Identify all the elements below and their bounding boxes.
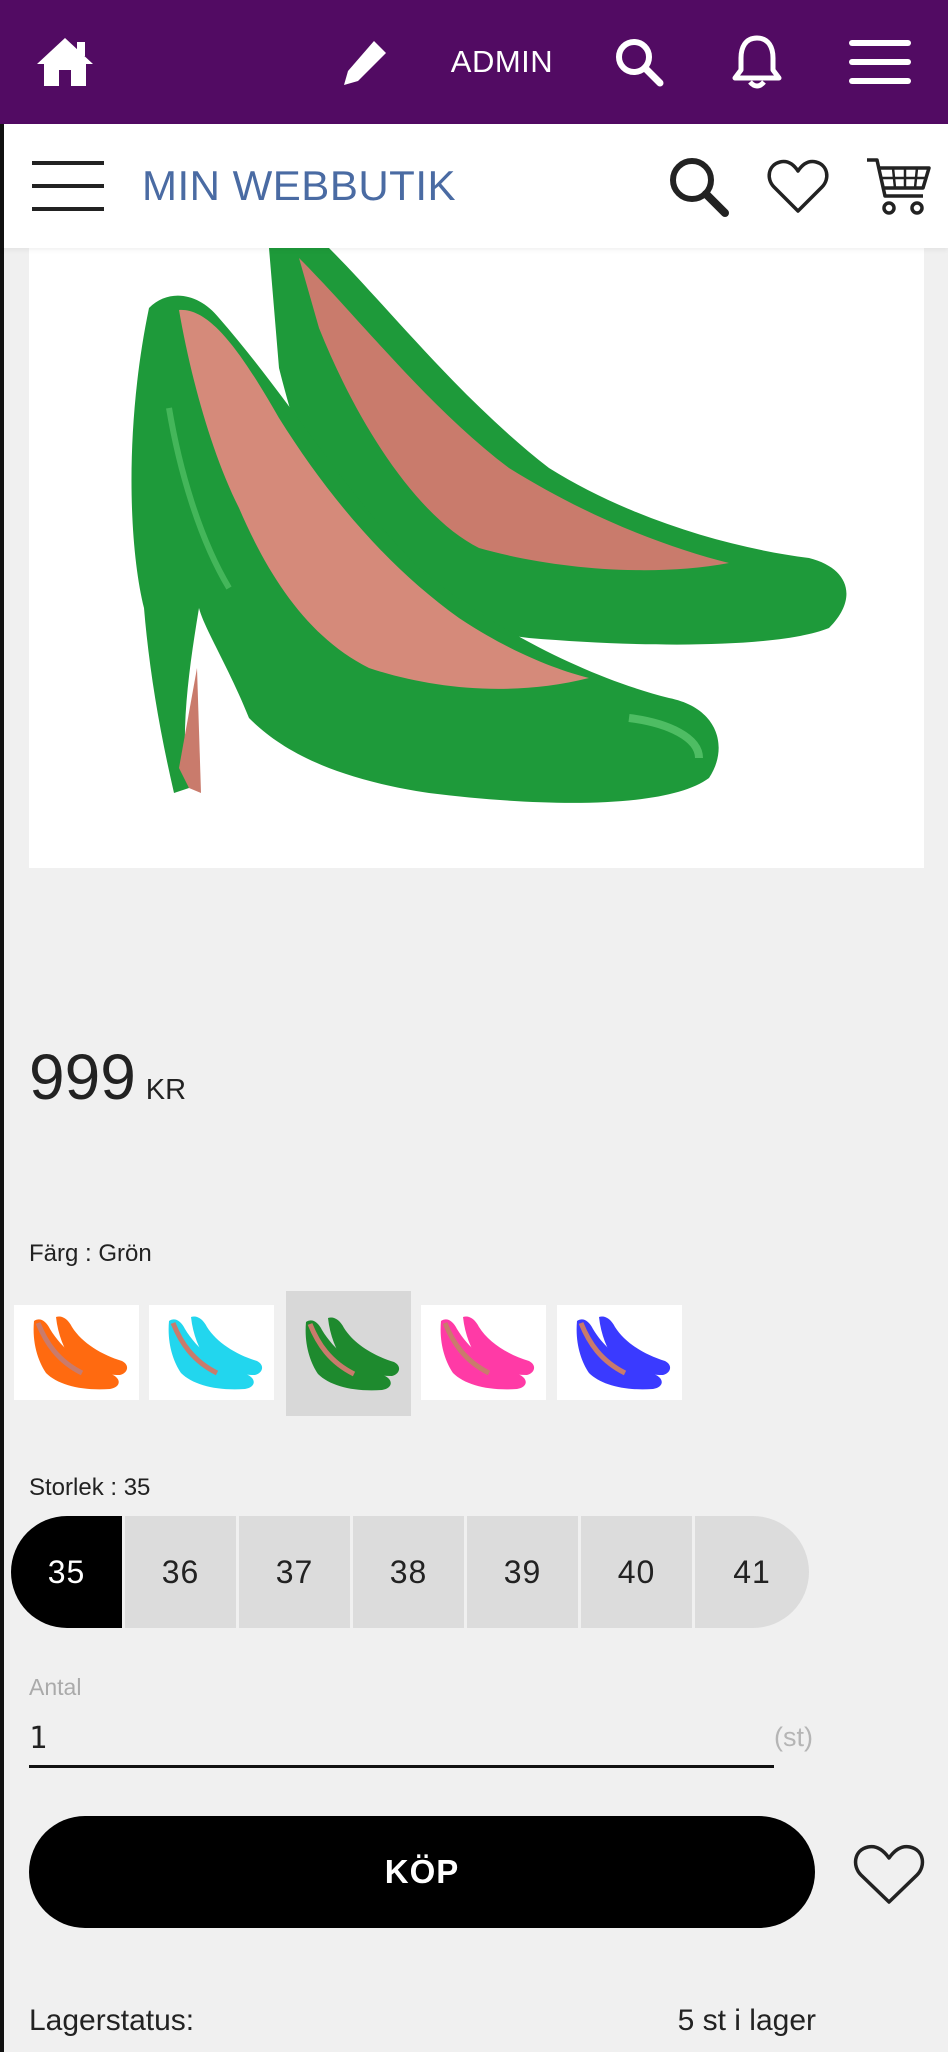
size-option-35[interactable]: 35	[11, 1516, 125, 1628]
favorite-heart-icon[interactable]	[848, 1838, 930, 1910]
stock-label: Lagerstatus:	[29, 2004, 195, 2037]
cart-icon[interactable]	[858, 124, 940, 248]
stock-value: 5 st i lager	[677, 2004, 816, 2037]
color-label: Färg : Grön	[29, 1240, 152, 1267]
search-icon[interactable]	[660, 124, 736, 248]
size-option-38[interactable]: 38	[353, 1516, 467, 1628]
size-selector: 35 36 37 38 39 40 41	[11, 1516, 809, 1628]
product-image[interactable]	[29, 248, 924, 868]
admin-bar: ADMIN	[0, 0, 948, 124]
quantity-input[interactable]	[29, 1712, 774, 1768]
color-swatch-green[interactable]	[286, 1291, 411, 1416]
shop-header: MIN WEBBUTIK	[0, 124, 948, 248]
bell-icon[interactable]	[724, 0, 790, 124]
hamburger-icon[interactable]	[28, 124, 108, 248]
color-swatch-orange[interactable]	[14, 1305, 139, 1400]
quantity-unit: (st)	[774, 1722, 813, 1752]
size-option-41[interactable]: 41	[695, 1516, 809, 1628]
buy-button[interactable]: KÖP	[29, 1816, 815, 1928]
color-swatch-blue[interactable]	[557, 1305, 682, 1400]
search-icon[interactable]	[606, 0, 672, 124]
price-currency: KR	[145, 1074, 187, 1106]
shop-logo[interactable]: MIN WEBBUTIK	[142, 124, 456, 248]
size-option-40[interactable]: 40	[581, 1516, 695, 1628]
menu-icon[interactable]	[842, 0, 918, 124]
size-label: Storlek : 35	[29, 1474, 151, 1501]
price-amount: 999	[29, 1041, 136, 1113]
frame-border	[0, 248, 4, 2052]
product-price: 999 KR	[29, 1040, 186, 1114]
size-option-37[interactable]: 37	[239, 1516, 353, 1628]
heart-icon[interactable]	[760, 124, 836, 248]
color-swatch-cyan[interactable]	[149, 1305, 274, 1400]
admin-link[interactable]: ADMIN	[440, 0, 564, 124]
home-icon[interactable]	[28, 0, 102, 124]
size-option-36[interactable]: 36	[125, 1516, 239, 1628]
quantity-label: Antal	[29, 1674, 82, 1700]
pencil-icon[interactable]	[330, 0, 400, 124]
color-swatch-pink[interactable]	[421, 1305, 546, 1400]
size-option-39[interactable]: 39	[467, 1516, 581, 1628]
